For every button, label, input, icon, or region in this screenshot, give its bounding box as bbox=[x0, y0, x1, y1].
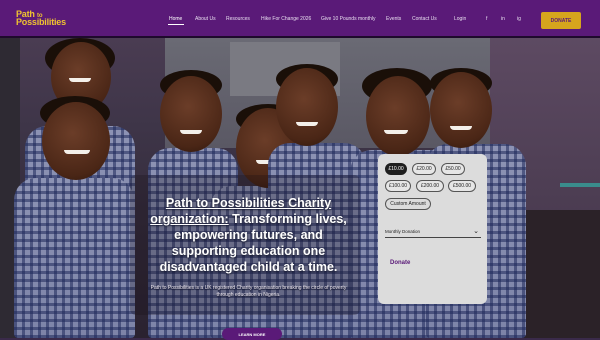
chevron-down-icon: ⌄ bbox=[473, 228, 479, 235]
site-logo[interactable]: Path to Possibilities bbox=[16, 10, 68, 30]
nav-contact-us[interactable]: Contact Us bbox=[412, 16, 437, 22]
nav-active-indicator bbox=[168, 24, 184, 25]
hero-bg-table bbox=[515, 210, 600, 338]
donate-button[interactable]: Donate bbox=[390, 260, 410, 266]
logo-line2: Possibilities bbox=[16, 17, 66, 27]
donation-frequency-value: Monthly Donation bbox=[385, 229, 421, 234]
hero-copy: Path to Possibilities Charity organizati… bbox=[142, 195, 355, 299]
custom-amount-button[interactable]: Custom Amount bbox=[385, 198, 431, 210]
amount-option-50[interactable]: £50.00 bbox=[441, 163, 465, 175]
site-header: Path to Possibilities Home About Us Reso… bbox=[0, 0, 600, 38]
amount-option-100[interactable]: £100.00 bbox=[385, 180, 411, 192]
header-donate-button[interactable]: DONATE bbox=[541, 12, 581, 29]
amount-option-200[interactable]: £200.00 bbox=[416, 180, 444, 192]
nav-login[interactable]: Login bbox=[454, 16, 466, 22]
nav-resources[interactable]: Resources bbox=[226, 16, 250, 22]
hero-bg-shelf bbox=[560, 183, 600, 187]
nav-home[interactable]: Home bbox=[169, 16, 182, 22]
nav-give-10-pounds[interactable]: Give 10 Pounds monthly bbox=[321, 16, 375, 22]
linkedin-icon[interactable]: in bbox=[501, 16, 505, 22]
amount-option-10[interactable]: £10.00 bbox=[385, 163, 407, 175]
instagram-icon[interactable]: ig bbox=[517, 16, 521, 22]
donation-frequency-select[interactable]: Monthly Donation ⌄ bbox=[385, 227, 481, 238]
nav-events[interactable]: Events bbox=[386, 16, 401, 22]
hero-headline: Path to Possibilities Charity organizati… bbox=[142, 195, 355, 275]
learn-more-button[interactable]: LEARN MORE bbox=[222, 328, 282, 340]
amount-option-500[interactable]: £500.00 bbox=[448, 180, 476, 192]
hero-subtext: Path to Possibilities is a UK registered… bbox=[150, 285, 347, 298]
nav-about-us[interactable]: About Us bbox=[195, 16, 216, 22]
amount-option-20[interactable]: £20.00 bbox=[412, 163, 436, 175]
nav-hike-for-change[interactable]: Hike For Change 2026 bbox=[261, 16, 311, 22]
donation-widget: £10.00 £20.00 £50.00 £100.00 £200.00 £50… bbox=[378, 154, 487, 304]
facebook-icon[interactable]: f bbox=[486, 16, 487, 22]
